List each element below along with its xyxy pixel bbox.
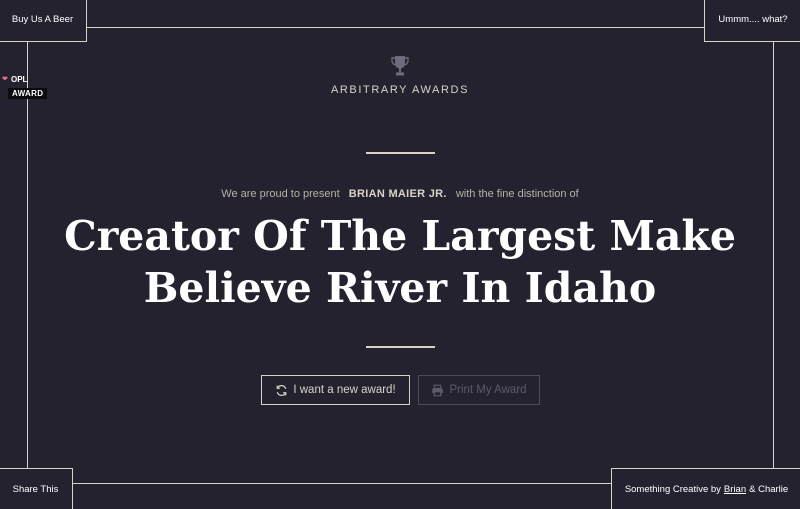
share-this-label: Share This xyxy=(12,483,59,495)
printer-icon xyxy=(432,384,444,396)
award-title-line-2: Believe River In Idaho xyxy=(143,264,657,312)
frame-line-left xyxy=(27,42,28,468)
share-this-link[interactable]: Share This xyxy=(0,468,73,509)
new-award-label: I want a new award! xyxy=(293,384,396,396)
intro-prefix: We are proud to present xyxy=(221,188,340,200)
what-is-this-label: Ummm.... what? xyxy=(718,14,788,26)
award-page: Buy Us A Beer Ummm.... what? Share This … xyxy=(0,0,800,509)
credits: Something Creative by Brian & Charlie xyxy=(611,468,800,509)
divider-top xyxy=(366,152,435,154)
brian-link[interactable]: Brian xyxy=(724,485,746,495)
intro-suffix: with the fine distinction of xyxy=(455,188,579,200)
recipient-name: BRIAN MAIER JR. xyxy=(348,188,447,200)
heart-icon: ❤ xyxy=(2,76,8,83)
award-intro: We are proud to present BRIAN MAIER JR. … xyxy=(0,188,800,200)
site-title: ARBITRARY AWARDS xyxy=(330,84,470,96)
buy-us-a-beer-label: Buy Us A Beer xyxy=(11,14,74,26)
print-award-button[interactable]: Print My Award xyxy=(418,375,540,405)
what-is-this-link[interactable]: Ummm.... what? xyxy=(704,0,800,42)
frame-line-right xyxy=(773,42,774,468)
print-award-label: Print My Award xyxy=(449,384,527,396)
new-award-button[interactable]: I want a new award! xyxy=(261,375,410,405)
buy-us-a-beer-link[interactable]: Buy Us A Beer xyxy=(0,0,87,42)
award-title-line-1: Creator Of The Largest Make xyxy=(64,212,736,260)
divider-bottom xyxy=(366,346,435,348)
badge-opl-label: OPL xyxy=(11,75,28,84)
credits-suffix: & Charlie xyxy=(749,483,789,495)
frame-line-top xyxy=(87,27,704,28)
trophy-icon xyxy=(391,56,409,76)
frame-line-bottom xyxy=(73,483,611,484)
credits-prefix: Something Creative by xyxy=(624,483,721,495)
refresh-icon xyxy=(277,384,287,396)
award-title: Creator Of The Largest Make Believe Rive… xyxy=(40,210,760,314)
